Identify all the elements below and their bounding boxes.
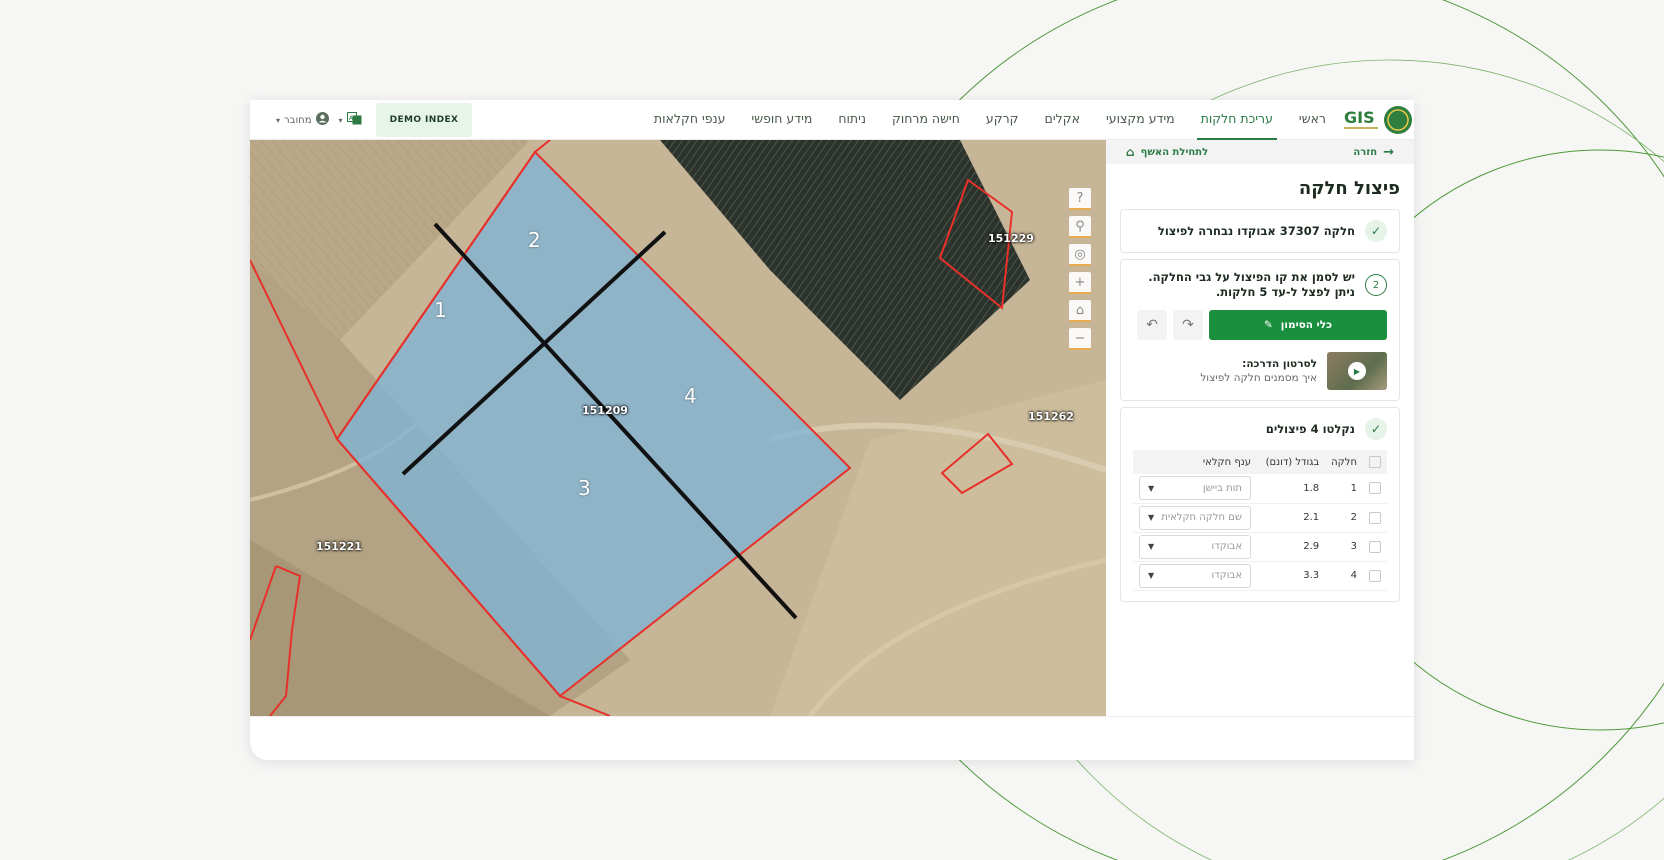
step-3-card: ✓ נקלטו 4 פיצולים חלקה בגודל (דונם) ענף … xyxy=(1120,407,1400,602)
splits-count: נקלטו 4 פיצולים xyxy=(1265,421,1355,436)
table-row: 4 3.3 אבוקדו ▼ xyxy=(1133,561,1387,591)
locate-icon[interactable]: ◎ xyxy=(1069,244,1091,266)
nav-professional-info[interactable]: מידע מקצועי xyxy=(1102,100,1179,140)
main-nav: ראשי עריכת חלקות מידע מקצועי אקלים קרקע … xyxy=(650,100,1330,140)
check-icon: ✓ xyxy=(1365,418,1387,440)
chevron-down-icon: ▼ xyxy=(1148,483,1155,493)
split-section-number: 3 xyxy=(578,476,591,500)
play-icon: ▶ xyxy=(1348,362,1366,380)
redo-icon[interactable]: ↷ xyxy=(1173,310,1203,340)
select-all-checkbox[interactable] xyxy=(1369,456,1381,468)
split-section-number: 1 xyxy=(434,298,447,322)
top-header: GIS ראשי עריכת חלקות מידע מקצועי אקלים ק… xyxy=(250,100,1414,140)
branch-select[interactable]: שם חלקה חקלאית ▼ xyxy=(1139,505,1251,530)
parcel-label: 151209 xyxy=(582,404,628,417)
column-header: ענף חקלאי xyxy=(1133,450,1257,474)
search-icon[interactable]: ⚲ xyxy=(1069,216,1091,238)
step-1-card: ✓ חלקה 37307 אבוקדו נבחרה לפיצול xyxy=(1120,209,1400,253)
undo-icon[interactable]: ↶ xyxy=(1137,310,1167,340)
split-panel: → חזרה לתחילת האשף ⌂ פיצול חלקה ✓ חלקה 3… xyxy=(1106,140,1414,716)
step-2-instructions: יש לסמן את קו הפיצול על גבי החלקה. ניתן … xyxy=(1148,270,1355,299)
split-section-number: 4 xyxy=(684,384,697,408)
nav-climate[interactable]: אקלים xyxy=(1041,100,1084,140)
back-link[interactable]: → חזרה xyxy=(1353,145,1394,160)
video-subtitle: איך מסמנים חלקה לפיצול xyxy=(1200,372,1317,384)
zoom-in-icon[interactable]: + xyxy=(1069,272,1091,294)
zoom-out-icon[interactable]: − xyxy=(1069,328,1091,350)
row-checkbox[interactable] xyxy=(1369,540,1381,553)
pen-icon: ✎ xyxy=(1263,319,1273,331)
nav-remote-sensing[interactable]: חישה מרחוק xyxy=(888,100,964,140)
split-id: 2 xyxy=(1325,503,1363,533)
map-controls: ? ⚲ ◎ + ⌂ − xyxy=(1069,188,1091,350)
column-header: חלקה xyxy=(1325,450,1363,474)
selected-parcel-text: חלקה 37307 אבוקדו נבחרה לפיצול xyxy=(1157,223,1355,238)
back-label: חזרה xyxy=(1353,146,1378,158)
nav-soil[interactable]: קרקע xyxy=(982,100,1023,140)
chevron-down-icon: ▾ xyxy=(338,115,343,125)
ministry-logo[interactable]: GIS xyxy=(1340,104,1414,136)
page-title: פיצול חלקה xyxy=(1298,178,1400,199)
logo-text: GIS xyxy=(1344,108,1375,127)
satellite-map[interactable] xyxy=(250,140,1106,716)
video-title: לסרטון הדרכה: xyxy=(1242,358,1317,370)
app-window: GIS ראשי עריכת חלקות מידע מקצועי אקלים ק… xyxy=(250,100,1414,760)
help-icon[interactable]: ? xyxy=(1069,188,1091,210)
split-id: 3 xyxy=(1325,532,1363,562)
panel-nav-bar: → חזרה לתחילת האשף ⌂ xyxy=(1106,140,1414,164)
user-icon xyxy=(315,112,329,128)
branch-select[interactable]: תות ביישן ▼ xyxy=(1139,476,1251,501)
nav-agri-branches[interactable]: ענפי חקלאות xyxy=(650,100,730,140)
parcel-label: 151221 xyxy=(316,540,362,553)
demo-index-button[interactable]: DEMO INDEX xyxy=(376,103,472,137)
home-icon: ⌂ xyxy=(1126,145,1135,159)
user-status: מחובר xyxy=(284,114,312,126)
split-section-number: 2 xyxy=(528,228,541,252)
branch-select[interactable]: אבוקדו ▼ xyxy=(1139,534,1251,559)
split-id: 4 xyxy=(1325,561,1363,591)
bottom-strip xyxy=(250,716,1414,760)
wizard-home-link[interactable]: לתחילת האשף ⌂ xyxy=(1126,145,1208,159)
split-size: 1.8 xyxy=(1257,474,1326,504)
column-header: בגודל (דונם) xyxy=(1257,450,1326,474)
map-view[interactable]: 1 2 3 4 151229 151209 151262 151221 ? ⚲ … xyxy=(250,140,1106,716)
table-row: 2 2.1 שם חלקה חקלאית ▼ xyxy=(1133,503,1387,533)
row-checkbox[interactable] xyxy=(1369,482,1381,495)
parcel-label: 151262 xyxy=(1028,410,1074,423)
nav-edit-parcels[interactable]: עריכת חלקות xyxy=(1196,100,1277,140)
step-2-card: 2 יש לסמן את קו הפיצול על גבי החלקה. נית… xyxy=(1120,259,1400,401)
arrow-right-icon: → xyxy=(1383,144,1394,160)
nav-analysis[interactable]: ניתוח xyxy=(834,100,870,140)
row-checkbox[interactable] xyxy=(1369,511,1381,524)
chevron-down-icon: ▼ xyxy=(1148,571,1155,580)
branch-select[interactable]: אבוקדו ▼ xyxy=(1139,563,1251,588)
split-size: 2.9 xyxy=(1257,532,1326,562)
table-row: 3 2.9 אבוקדו ▼ xyxy=(1133,532,1387,562)
home-icon[interactable]: ⌂ xyxy=(1069,300,1091,322)
split-id: 1 xyxy=(1325,474,1363,504)
language-icon[interactable]: A xyxy=(346,112,362,128)
split-size: 3.3 xyxy=(1257,561,1326,591)
split-size: 2.1 xyxy=(1257,503,1326,533)
table-row: 1 1.8 תות ביישן ▼ xyxy=(1133,474,1387,504)
nav-free-info[interactable]: מידע חופשי xyxy=(747,100,816,140)
tutorial-video-thumbnail[interactable]: ▶ xyxy=(1327,352,1387,390)
chevron-down-icon: ▼ xyxy=(1148,542,1155,551)
nav-home[interactable]: ראשי xyxy=(1295,100,1330,140)
row-checkbox[interactable] xyxy=(1369,569,1381,582)
chevron-down-icon: ▼ xyxy=(1148,513,1155,522)
home-label: לתחילת האשף xyxy=(1140,146,1209,158)
parcel-label: 151229 xyxy=(988,232,1034,245)
draw-tool-label: כלי הסימון xyxy=(1280,319,1333,331)
check-icon: ✓ xyxy=(1365,220,1387,242)
step-number: 2 xyxy=(1365,274,1387,296)
chevron-down-icon: ▾ xyxy=(276,115,281,125)
splits-table: חלקה בגודל (דונם) ענף חקלאי 1 1.8 תות בי… xyxy=(1133,450,1387,591)
draw-tool-button[interactable]: כלי הסימון ✎ xyxy=(1209,310,1387,340)
user-menu[interactable]: ▾ מחובר ▾ A xyxy=(276,110,362,130)
